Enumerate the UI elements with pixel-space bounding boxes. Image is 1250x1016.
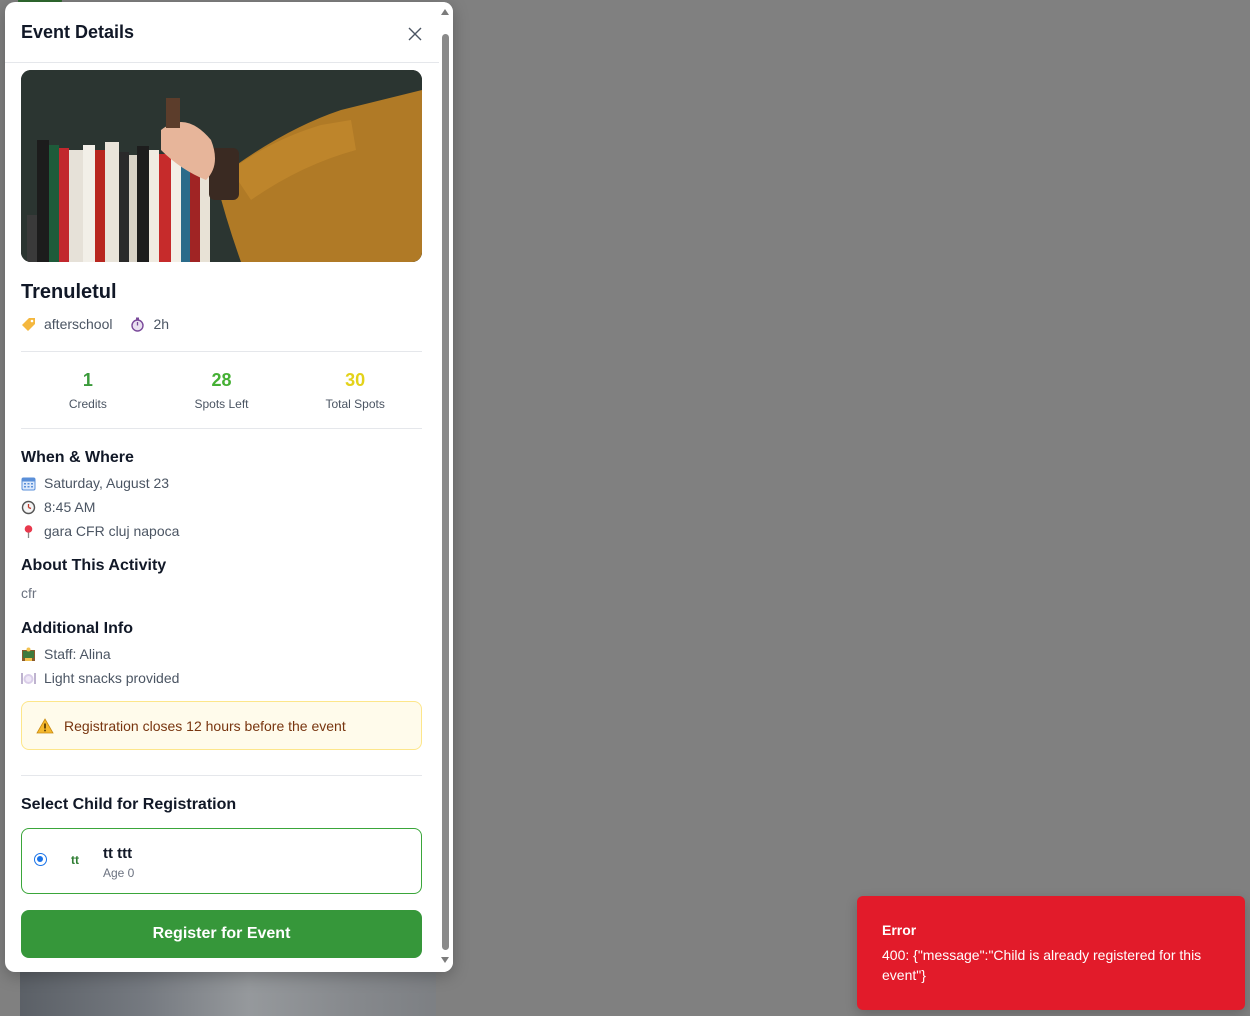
- child-option[interactable]: tt tt ttt Age 0: [21, 828, 422, 894]
- stat-total-spots: 30 Total Spots: [288, 370, 422, 411]
- duration-label: 2h: [153, 316, 170, 332]
- child-name: tt ttt: [103, 845, 133, 862]
- location-text: gara CFR cluj napoca: [44, 523, 180, 539]
- divider: [21, 428, 422, 429]
- staff-info: Staff: Alina: [21, 646, 111, 662]
- calendar-icon: [21, 477, 36, 490]
- event-location: gara CFR cluj napoca: [21, 523, 179, 539]
- event-tags: afterschool 2h: [21, 316, 187, 332]
- duration-tag: 2h: [130, 316, 169, 332]
- divider: [21, 351, 422, 352]
- about-heading: About This Activity: [21, 557, 167, 574]
- close-icon: [408, 27, 422, 41]
- plate-icon: [21, 672, 36, 684]
- staff-text: Staff: Alina: [44, 646, 111, 662]
- stat-credits: 1 Credits: [21, 370, 155, 411]
- spots-left-label: Spots Left: [194, 397, 249, 411]
- toast-title: Error: [882, 922, 917, 938]
- time-text: 8:45 AM: [44, 499, 96, 515]
- close-button[interactable]: [405, 24, 425, 44]
- modal-title: Event Details: [21, 22, 135, 42]
- credits-value: 1: [82, 370, 93, 390]
- stopwatch-icon: [131, 317, 145, 332]
- avatar: tt: [58, 843, 92, 877]
- category-label: afterschool: [44, 316, 113, 332]
- scroll-down-arrow[interactable]: [441, 957, 449, 963]
- toast-message: 400: {"message":"Child is already regist…: [882, 947, 1202, 983]
- date-text: Saturday, August 23: [44, 475, 170, 491]
- pin-icon: [24, 524, 33, 538]
- scrollbar-thumb[interactable]: [442, 34, 449, 950]
- event-date: Saturday, August 23: [21, 475, 169, 491]
- event-title: Trenuletul: [21, 281, 117, 303]
- stats-row: 1 Credits 28 Spots Left 30 Total Spots: [21, 370, 422, 411]
- tag-icon: [22, 317, 35, 331]
- background-image-fragment: [20, 965, 436, 1016]
- divider: [21, 775, 422, 776]
- category-tag: afterschool: [21, 316, 112, 332]
- total-spots-label: Total Spots: [325, 397, 385, 411]
- when-where-heading: When & Where: [21, 449, 134, 466]
- credits-label: Credits: [68, 397, 107, 411]
- stat-spots-left: 28 Spots Left: [155, 370, 289, 411]
- spots-left-value: 28: [211, 370, 232, 390]
- event-time: 8:45 AM: [21, 499, 95, 515]
- warning-icon: [36, 717, 54, 733]
- error-toast[interactable]: Error 400: {"message":"Child is already …: [857, 896, 1245, 1010]
- additional-info-heading: Additional Info: [21, 620, 133, 637]
- scroll-up-arrow[interactable]: [441, 9, 449, 15]
- modal-body: Trenuletul afterschool 2h 1 Credits 28 S…: [21, 70, 422, 958]
- event-image: [21, 70, 422, 262]
- about-text: cfr: [21, 585, 37, 601]
- child-radio[interactable]: [34, 853, 47, 866]
- event-details-modal: Event Details Trenuletul afterschool 2h …: [5, 2, 453, 972]
- snacks-info: Light snacks provided: [21, 670, 179, 686]
- warning-text: Registration closes 12 hours before the …: [64, 717, 346, 734]
- modal-header: Event Details: [5, 2, 441, 63]
- staff-icon: [22, 647, 35, 661]
- clock-icon: [21, 500, 36, 514]
- select-child-heading: Select Child for Registration: [21, 796, 237, 813]
- snacks-text: Light snacks provided: [44, 670, 180, 686]
- total-spots-value: 30: [345, 370, 366, 390]
- register-button[interactable]: Register for Event: [21, 910, 422, 958]
- registration-warning: Registration closes 12 hours before the …: [21, 701, 422, 750]
- child-age: Age 0: [103, 866, 135, 880]
